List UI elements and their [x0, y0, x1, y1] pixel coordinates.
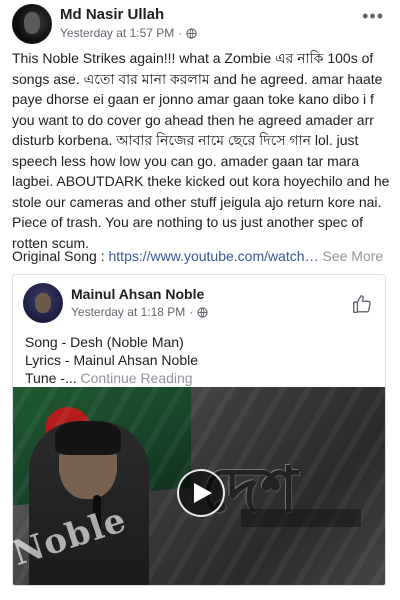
more-options-icon[interactable]: •••	[362, 6, 384, 27]
shared-post-card[interactable]: Mainul Ahsan Noble Yesterday at 1:18 PM …	[12, 274, 386, 586]
shared-post-timestamp[interactable]: Yesterday at 1:18 PM	[71, 305, 185, 319]
original-song-line: Original Song : https://www.youtube.com/…	[12, 246, 390, 266]
author-name[interactable]: Md Nasir Ullah	[60, 6, 164, 23]
play-icon	[194, 483, 212, 503]
song-line: Song - Desh (Noble Man)	[25, 334, 184, 350]
post-header: Md Nasir Ullah Yesterday at 1:57 PM · ••…	[10, 2, 390, 46]
see-more-link[interactable]: See More	[322, 248, 383, 264]
shared-post-text: Song - Desh (Noble Man) Lyrics - Mainul …	[25, 333, 198, 387]
post-meta: Yesterday at 1:57 PM ·	[60, 26, 197, 40]
post-timestamp[interactable]: Yesterday at 1:57 PM	[60, 26, 174, 40]
video-thumbnail[interactable]: Noble দেশ	[13, 387, 385, 585]
original-song-label: Original Song :	[12, 248, 105, 264]
continue-reading-link[interactable]: Continue Reading	[81, 370, 193, 386]
play-button[interactable]	[177, 469, 225, 517]
author-avatar[interactable]	[12, 4, 52, 44]
globe-icon	[197, 306, 208, 318]
facebook-post: Md Nasir Ullah Yesterday at 1:57 PM · ••…	[0, 0, 400, 600]
globe-icon	[186, 27, 197, 39]
shared-post-meta: Yesterday at 1:18 PM ·	[71, 305, 208, 319]
shared-author-name[interactable]: Mainul Ahsan Noble	[71, 286, 204, 302]
lyrics-line: Lyrics - Mainul Ahsan Noble	[25, 352, 199, 368]
tune-line: Tune -... Continue Reading	[25, 370, 193, 386]
shared-author-avatar[interactable]	[23, 283, 63, 323]
thumbs-up-icon[interactable]	[351, 293, 373, 315]
original-song-link[interactable]: https://www.youtube.com/watch…	[109, 248, 319, 264]
post-text: This Noble Strikes again!!! what a Zombi…	[12, 50, 390, 251]
